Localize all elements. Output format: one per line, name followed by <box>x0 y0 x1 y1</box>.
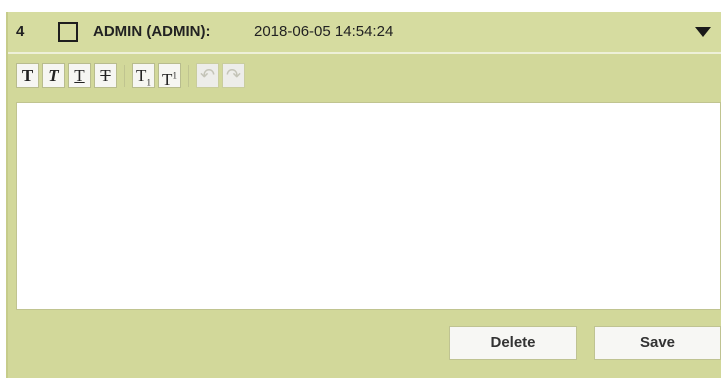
subscript-icon: T1 <box>136 66 151 88</box>
comment-header: 4 ADMIN (ADMIN): 2018-06-05 14:54:24 <box>8 12 721 54</box>
underline-button[interactable]: T <box>68 63 91 88</box>
strikethrough-icon: T <box>100 66 111 85</box>
superscript-button[interactable]: T1 <box>158 63 181 89</box>
italic-button[interactable]: T <box>42 63 65 88</box>
comment-timestamp: 2018-06-05 14:54:24 <box>254 23 394 40</box>
redo-button[interactable]: ↷ <box>222 63 245 88</box>
italic-icon: T <box>48 66 59 85</box>
comment-author: ADMIN (ADMIN): <box>93 23 211 40</box>
comment-index: 4 <box>16 23 25 40</box>
undo-button[interactable]: ↶ <box>196 63 219 88</box>
bold-button[interactable]: T <box>16 63 39 88</box>
comment-text-editor[interactable] <box>16 102 721 310</box>
subscript-button[interactable]: T1 <box>132 63 155 88</box>
redo-icon: ↷ <box>225 65 242 86</box>
underline-icon: T <box>74 66 85 85</box>
toolbar-divider <box>188 65 189 87</box>
save-button[interactable]: Save <box>594 326 721 360</box>
formatting-toolbar: T T T T T1 T1 ↶ ↷ <box>8 60 721 96</box>
comment-panel: 4 ADMIN (ADMIN): 2018-06-05 14:54:24 T T… <box>6 12 721 378</box>
collapse-arrow-icon[interactable] <box>695 27 711 37</box>
superscript-icon: T1 <box>162 69 177 89</box>
undo-icon: ↶ <box>199 65 216 86</box>
select-checkbox[interactable] <box>58 22 78 42</box>
bold-icon: T <box>21 66 34 85</box>
delete-button[interactable]: Delete <box>449 326 577 360</box>
toolbar-divider <box>124 65 125 87</box>
strikethrough-button[interactable]: T <box>94 63 117 88</box>
